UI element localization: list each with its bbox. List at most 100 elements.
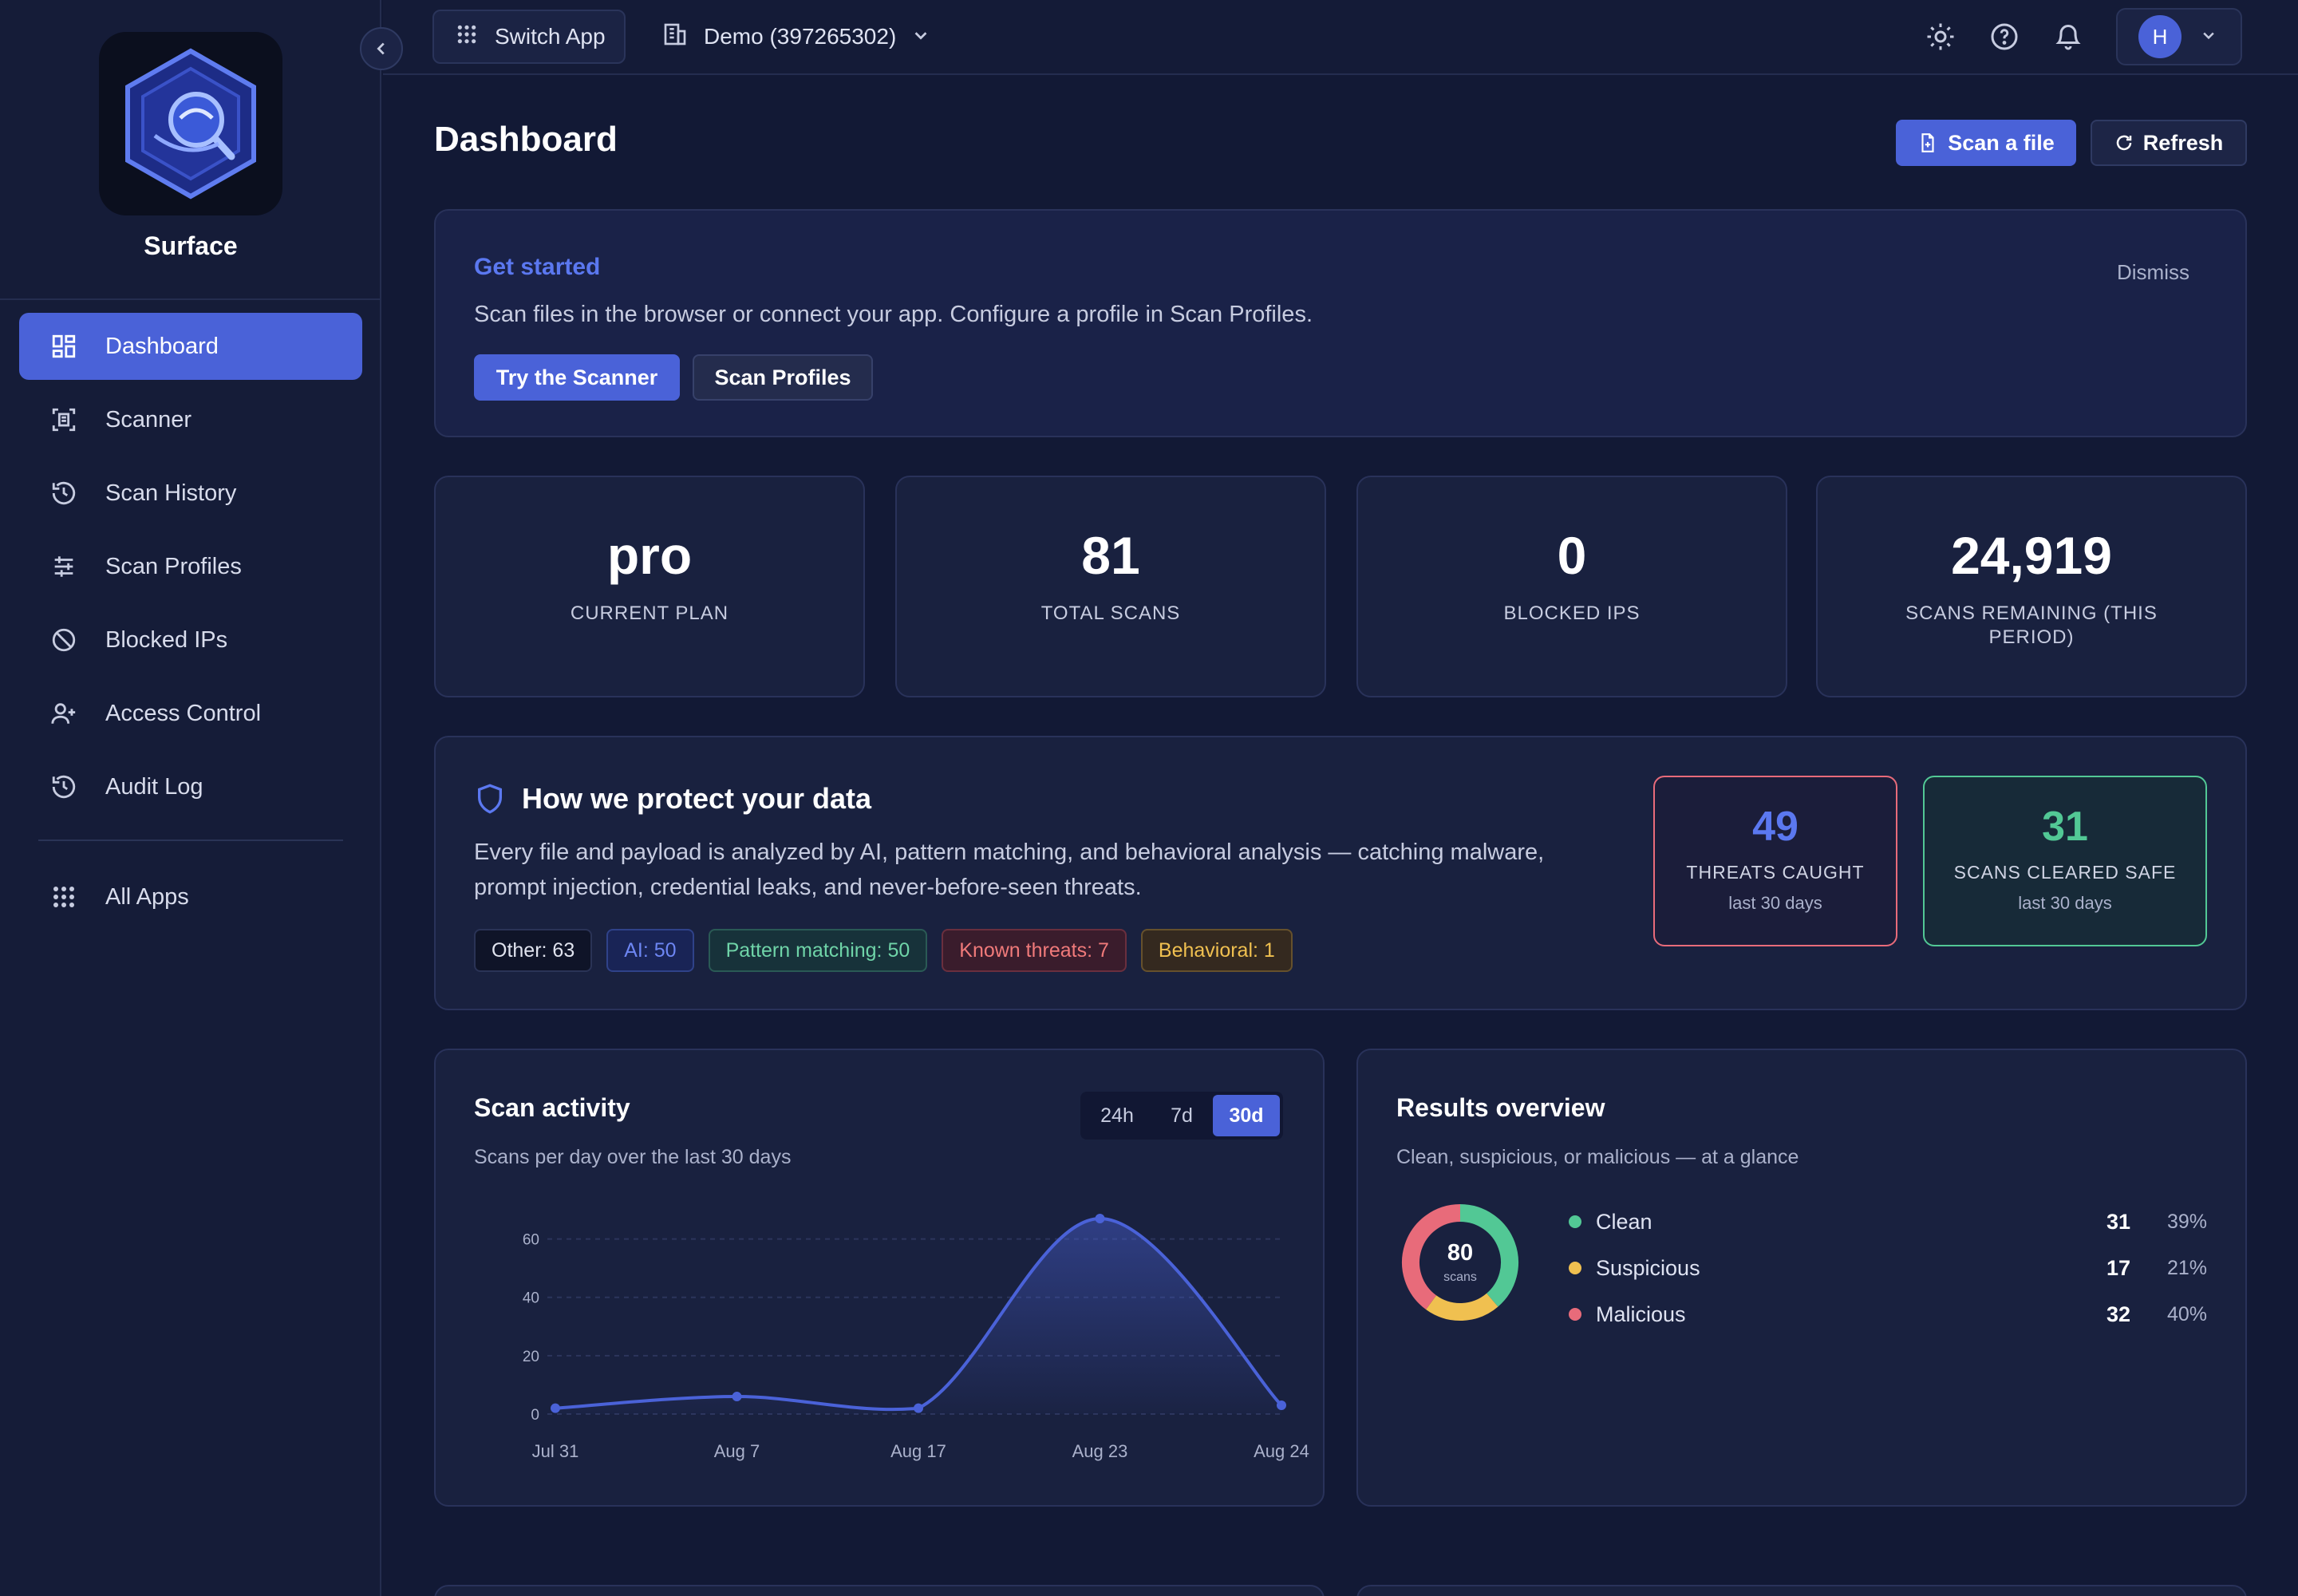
legend-pct: 40% (2166, 1302, 2207, 1325)
results-subtitle: Clean, suspicious, or malicious — at a g… (1396, 1146, 1799, 1168)
building-icon (662, 22, 688, 53)
scan-file-button[interactable]: Scan a file (1896, 120, 2076, 166)
results-donut: 80 scans (1396, 1199, 1524, 1326)
x-tick-label: Aug 24 (1254, 1441, 1309, 1461)
stat-value: 81 (1081, 526, 1140, 585)
data-point (1277, 1400, 1286, 1411)
sidebar-item-audit-log[interactable]: Audit Log (19, 753, 362, 820)
x-tick-label: Aug 7 (714, 1441, 760, 1461)
sidebar-nav: Dashboard Scanner Scan History Scan Prof… (19, 313, 362, 937)
sidebar-item-scan-profiles[interactable]: Scan Profiles (19, 533, 362, 600)
range-tab-30d[interactable]: 30d (1213, 1095, 1280, 1136)
sidebar-item-label: Dashboard (105, 333, 219, 359)
stat-value: 24,919 (1951, 526, 2112, 585)
refresh-button[interactable]: Refresh (2091, 120, 2247, 166)
stat-blocked-ips: 0 BLOCKED IPS (1356, 476, 1787, 697)
bell-icon[interactable] (2052, 21, 2084, 53)
range-tab-7d[interactable]: 7d (1151, 1095, 1213, 1136)
get-started-card: Get started Scan files in the browser or… (434, 209, 2247, 437)
protection-text: Every file and payload is analyzed by AI… (474, 839, 1545, 900)
lower-card-right (1356, 1585, 2247, 1596)
refresh-label: Refresh (2142, 130, 2224, 155)
scans-cleared-label: SCANS CLEARED SAFE (1953, 862, 2177, 883)
scans-cleared-period: last 30 days (2018, 893, 2112, 913)
dismiss-button[interactable]: Dismiss (2117, 260, 2189, 285)
scan-activity-card: Scan activity Scans per day over the las… (434, 1049, 1325, 1507)
range-tab-24h[interactable]: 24h (1084, 1095, 1151, 1136)
user-plus-icon (49, 699, 78, 728)
legend-count: 32 (2106, 1302, 2130, 1326)
x-tick-label: Jul 31 (532, 1441, 579, 1461)
series-area (555, 1218, 1281, 1414)
org-name: Demo (397265302) (704, 24, 897, 49)
legend-row-clean: Clean 31 39% (1569, 1199, 2207, 1245)
history-icon (49, 772, 78, 801)
legend-dot (1569, 1262, 1581, 1274)
stat-label: CURRENT PLAN (570, 602, 729, 624)
get-started-title: Get started (474, 254, 601, 280)
topbar-actions: H (1925, 8, 2242, 65)
sidebar-item-label: Scan Profiles (105, 553, 242, 579)
stat-value: pro (606, 526, 693, 585)
threats-caught-label: THREATS CAUGHT (1686, 862, 1865, 883)
legend-pct: 21% (2166, 1256, 2207, 1279)
stat-scans-remaining: 24,919 SCANS REMAINING (THIS PERIOD) (1816, 476, 2247, 697)
grid-icon (49, 883, 78, 911)
legend-dot (1569, 1215, 1581, 1228)
protection-title: How we protect your data (522, 782, 872, 815)
donut-total: 80 (1447, 1240, 1474, 1266)
threats-caught-period: last 30 days (1728, 893, 1822, 913)
sidebar-item-dashboard[interactable]: Dashboard (19, 313, 362, 380)
shield-icon (474, 783, 506, 815)
detection-tags: Other: 63 AI: 50 Pattern matching: 50 Kn… (474, 929, 1307, 972)
tag-ai: AI: 50 (606, 929, 694, 972)
y-tick-label: 60 (523, 1232, 539, 1249)
y-tick-label: 0 (531, 1407, 539, 1424)
theme-toggle-sun-icon[interactable] (1925, 21, 1956, 53)
history-icon (49, 479, 78, 508)
sidebar-item-label: All Apps (105, 883, 189, 910)
tag-known-threats: Known threats: 7 (942, 929, 1127, 972)
legend-count: 31 (2106, 1209, 2130, 1234)
brand-name: Surface (144, 231, 238, 260)
data-point (551, 1403, 560, 1413)
scan-activity-subtitle: Scans per day over the last 30 days (474, 1146, 792, 1168)
switch-app-button[interactable]: Switch App (432, 10, 626, 64)
lower-card-left (434, 1585, 1325, 1596)
data-point (1095, 1213, 1105, 1223)
stat-label: TOTAL SCANS (1040, 602, 1181, 624)
sidebar-item-label: Blocked IPs (105, 626, 228, 653)
sidebar-separator (38, 839, 343, 841)
legend-name: Malicious (1596, 1302, 1686, 1326)
sidebar-item-scan-history[interactable]: Scan History (19, 460, 362, 527)
try-scanner-button[interactable]: Try the Scanner (474, 354, 680, 401)
legend-row-malicious: Malicious 32 40% (1569, 1291, 2207, 1337)
switch-app-label: Switch App (495, 24, 606, 49)
scan-file-label: Scan a file (1948, 130, 2055, 155)
scan-profiles-button[interactable]: Scan Profiles (693, 354, 873, 401)
sidebar-item-access-control[interactable]: Access Control (19, 680, 362, 747)
y-tick-label: 40 (523, 1290, 539, 1307)
legend-count: 17 (2106, 1255, 2130, 1280)
sidebar-item-blocked-ips[interactable]: Blocked IPs (19, 606, 362, 674)
file-scan-icon (1917, 132, 1938, 153)
protection-card: How we protect your data Every file and … (434, 736, 2247, 1010)
stat-value: 0 (1557, 526, 1587, 585)
scans-cleared-value: 31 (2042, 804, 2088, 850)
sidebar-item-label: Scan History (105, 480, 237, 506)
stat-total-scans: 81 TOTAL SCANS (895, 476, 1326, 697)
stat-label: BLOCKED IPS (1503, 602, 1641, 624)
sidebar-item-all-apps[interactable]: All Apps (19, 863, 362, 930)
scan-activity-chart: 0 20 40 60 Jul 31 Aug 7 Aug 17 Aug 23 Aug 24 (523, 1213, 1309, 1461)
org-selector[interactable]: Demo (397265302) (662, 10, 930, 64)
page-title: Dashboard (434, 120, 618, 159)
sidebar-item-scanner[interactable]: Scanner (19, 386, 362, 453)
avatar: H (2138, 15, 2182, 58)
help-icon[interactable] (1988, 21, 2020, 53)
app-logo (99, 32, 282, 215)
sidebar-collapse-button[interactable] (360, 27, 403, 70)
data-point (732, 1392, 742, 1402)
data-point (914, 1403, 923, 1413)
scans-cleared-box: 31 SCANS CLEARED SAFE last 30 days (1923, 776, 2207, 946)
user-menu[interactable]: H (2116, 8, 2242, 65)
